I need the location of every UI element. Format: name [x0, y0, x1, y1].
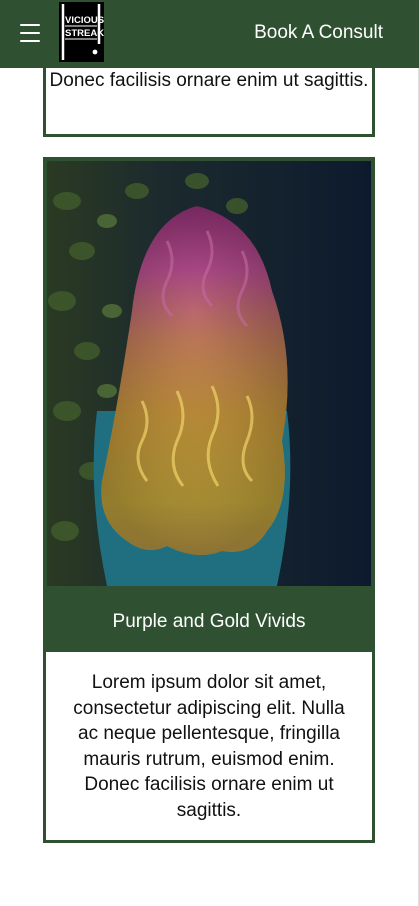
hamburger-menu-icon[interactable] [20, 24, 40, 42]
page: VICIOUS STREAK Book A Consult Donec faci… [0, 0, 419, 906]
gallery-card: Donec facilisis ornare enim ut sagittis. [43, 60, 375, 137]
site-header: VICIOUS STREAK Book A Consult [0, 0, 419, 68]
logo-text-line2: STREAK [65, 28, 104, 39]
logo-text-line1: VICIOUS [65, 15, 104, 26]
book-consult-button[interactable]: Book A Consult [254, 22, 383, 44]
gallery-card: Purple and Gold Vivids Lorem ipsum dolor… [43, 157, 375, 843]
card-title: Purple and Gold Vivids [112, 611, 306, 632]
card-description: Donec facilisis ornare enim ut sagittis. [49, 70, 369, 91]
brand-logo[interactable]: VICIOUS STREAK [59, 2, 104, 62]
hair-photo [47, 161, 371, 586]
card-description: Lorem ipsum dolor sit amet, consectetur … [46, 652, 372, 840]
